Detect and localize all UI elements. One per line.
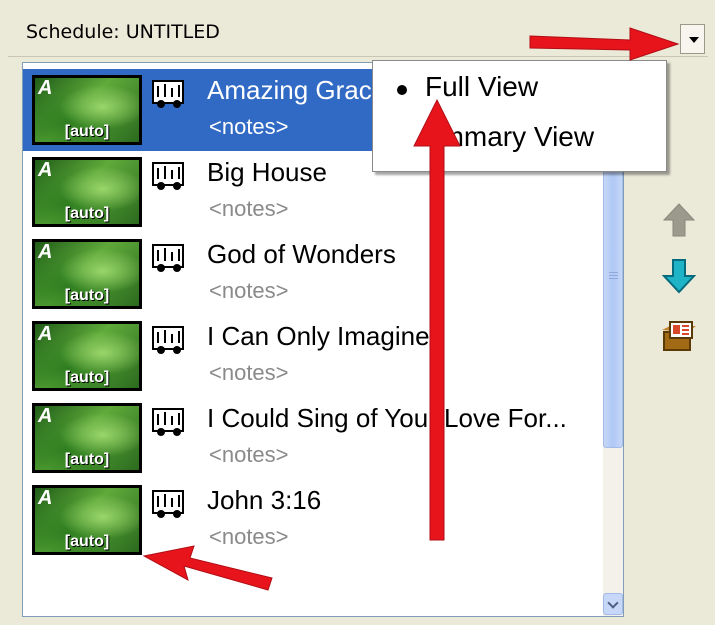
song-icon (152, 244, 184, 272)
thumbnail-letter: A (38, 487, 53, 509)
song-title: God of Wonders (207, 239, 396, 269)
scroll-down-button[interactable] (603, 593, 623, 615)
list-item[interactable]: A [auto] God of Wonders <notes> (23, 233, 583, 315)
chevron-down-icon (689, 37, 699, 43)
thumbnail-label: [auto] (64, 123, 110, 140)
song-thumbnail: A [auto] (32, 321, 142, 391)
song-thumbnail: A [auto] (32, 485, 142, 555)
move-down-icon[interactable] (658, 256, 700, 296)
song-title: Amazing Grac (207, 75, 372, 105)
thumbnail-letter: A (38, 405, 53, 427)
thumbnail-label: [auto] (64, 287, 110, 304)
song-notes[interactable]: <notes> (209, 114, 289, 140)
song-notes[interactable]: <notes> (209, 442, 289, 468)
song-title: Big House (207, 157, 327, 187)
song-title: I Can Only Imagine (207, 321, 430, 351)
song-thumbnail: A [auto] (32, 403, 142, 473)
song-title: John 3:16 (207, 485, 322, 515)
song-thumbnail: A [auto] (32, 157, 142, 227)
view-menu: Full View ummary View (372, 60, 667, 172)
thumbnail-letter: A (38, 323, 53, 345)
song-notes[interactable]: <notes> (209, 278, 289, 304)
chevron-down-icon (607, 597, 619, 609)
list-item[interactable]: A [auto] I Could Sing of Your Love For..… (23, 397, 583, 479)
song-icon (152, 326, 184, 354)
song-title: I Could Sing of Your Love For... (207, 403, 567, 433)
schedule-header: Schedule: UNTITLED (8, 12, 708, 57)
view-dropdown-button[interactable] (680, 24, 705, 54)
thumbnail-label: [auto] (64, 205, 110, 222)
thumbnail-label: [auto] (64, 369, 110, 386)
song-notes[interactable]: <notes> (209, 196, 289, 222)
list-item[interactable]: A [auto] I Can Only Imagine <notes> (23, 315, 583, 397)
song-icon (152, 80, 184, 108)
menu-item-summary-view[interactable]: ummary View (425, 121, 594, 153)
move-up-icon[interactable] (658, 200, 700, 240)
song-notes[interactable]: <notes> (209, 360, 289, 386)
song-thumbnail: A [auto] (32, 239, 142, 309)
thumbnail-label: [auto] (64, 451, 110, 468)
schedule-title: Schedule: UNTITLED (26, 21, 220, 43)
menu-item-full-view[interactable]: Full View (425, 71, 538, 103)
presentation-icon[interactable] (658, 316, 700, 356)
song-icon (152, 162, 184, 190)
thumbnail-letter: A (38, 241, 53, 263)
song-icon (152, 408, 184, 436)
radio-bullet-icon (397, 85, 407, 95)
thumbnail-letter: A (38, 77, 53, 99)
thumbnail-letter: A (38, 159, 53, 181)
thumbnail-label: [auto] (64, 533, 110, 550)
song-notes[interactable]: <notes> (209, 524, 289, 550)
song-icon (152, 490, 184, 518)
list-item[interactable]: A [auto] John 3:16 <notes> (23, 479, 583, 561)
song-thumbnail: A [auto] (32, 75, 142, 145)
